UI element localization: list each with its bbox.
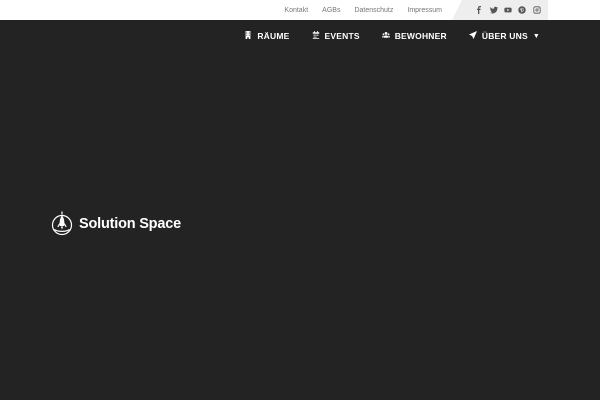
- nav-label-events: EVENTS: [324, 31, 360, 41]
- main-nav: RÄUME EVENTS BEWOHNER ÜBER UNS ▼: [0, 20, 600, 52]
- twitter-icon[interactable]: [489, 5, 499, 15]
- nav-item-bewohner[interactable]: BEWOHNER: [381, 31, 447, 41]
- nav-item-raeume[interactable]: RÄUME: [244, 31, 289, 41]
- brand-name: Solution Space: [79, 215, 181, 232]
- instagram-icon[interactable]: [532, 5, 542, 15]
- building-icon: [244, 31, 252, 41]
- pinterest-icon[interactable]: [517, 5, 527, 15]
- nav-item-events[interactable]: EVENTS: [312, 31, 360, 41]
- kontakt-link[interactable]: Kontakt: [284, 7, 308, 14]
- social-links: [452, 0, 548, 20]
- nav-label-ueber-uns: ÜBER UNS: [481, 31, 528, 41]
- youtube-icon[interactable]: [503, 5, 513, 15]
- caret-down-icon: ▼: [532, 32, 540, 40]
- rocket-icon: [51, 211, 73, 236]
- paper-plane-icon: [468, 31, 477, 41]
- nav-item-ueber-uns[interactable]: ÜBER UNS ▼: [468, 31, 540, 41]
- top-bar: Kontakt AGBs Datenschutz Impressum: [0, 0, 600, 20]
- datenschutz-link[interactable]: Datenschutz: [354, 7, 393, 14]
- top-links: Kontakt AGBs Datenschutz Impressum: [284, 0, 442, 20]
- calendar-icon: [312, 31, 320, 41]
- nav-label-raeume: RÄUME: [257, 31, 290, 41]
- facebook-icon[interactable]: [474, 5, 484, 15]
- agbs-link[interactable]: AGBs: [322, 7, 340, 14]
- nav-label-bewohner: BEWOHNER: [394, 31, 447, 41]
- users-icon: [381, 31, 390, 41]
- impressum-link[interactable]: Impressum: [407, 7, 442, 14]
- brand-logo[interactable]: Solution Space: [51, 211, 181, 236]
